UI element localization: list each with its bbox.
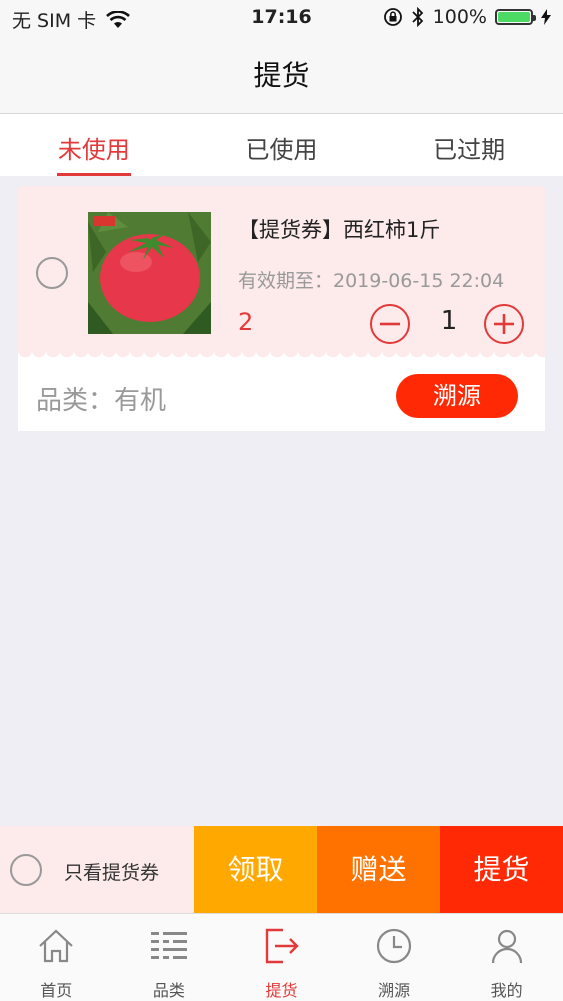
tabbar-label-category: 品类: [152, 981, 185, 1000]
clock-icon: [376, 928, 412, 964]
plus-icon: [494, 314, 514, 334]
coupon-select-radio[interactable]: [36, 257, 68, 289]
quantity-value: 1: [440, 306, 458, 336]
nav-bar: 提货: [0, 40, 563, 114]
tabbar-label-trace: 溯源: [378, 981, 411, 1000]
category-label: 品类：有机: [36, 386, 167, 416]
tabbar-label-pickup: 提货: [265, 981, 298, 1000]
category-icon: [150, 932, 187, 959]
tabbar-label-home: 首页: [40, 981, 73, 1000]
tabbar-item-pickup[interactable]: 提货: [225, 914, 338, 1001]
battery-percent: 100%: [432, 6, 487, 28]
bottom-tab-bar: 首页 品类 提货 溯源 我的: [0, 913, 563, 1001]
coupon-count: 2: [238, 308, 254, 336]
coupon-card: 【提货券】西红柿1斤 有效期至：2019-06-15 22:04 2 1 品类：…: [18, 186, 545, 431]
trace-button[interactable]: 溯源: [396, 374, 518, 418]
status-right: 100%: [383, 6, 551, 28]
tabbar-label-mine: 我的: [490, 981, 523, 1000]
tabbar-item-mine[interactable]: 我的: [450, 914, 563, 1001]
home-icon: [39, 929, 74, 963]
filter-tabs: 未使用 已使用 已过期: [0, 114, 563, 176]
decrease-button[interactable]: [370, 304, 410, 344]
increase-button[interactable]: [484, 304, 524, 344]
action-bar: 只看提货券 领取 赠送 提货: [0, 826, 563, 913]
tabbar-item-category[interactable]: 品类: [113, 914, 226, 1001]
tabbar-item-trace[interactable]: 溯源: [338, 914, 451, 1001]
minus-icon: [380, 322, 400, 326]
tab-unused[interactable]: 未使用: [0, 114, 188, 176]
only-coupon-radio[interactable]: [10, 854, 42, 886]
coupon-card-bottom: 品类：有机 溯源: [18, 362, 545, 431]
pickup-icon: [266, 928, 300, 964]
receive-button[interactable]: 领取: [194, 826, 317, 913]
pickup-button[interactable]: 提货: [440, 826, 563, 913]
product-name: 【提货券】西红柿1斤: [238, 218, 441, 242]
only-coupon-filter[interactable]: 只看提货券: [0, 826, 194, 913]
tab-expired[interactable]: 已过期: [375, 114, 563, 176]
user-icon: [491, 929, 522, 964]
coupon-card-top: 【提货券】西红柿1斤 有效期至：2019-06-15 22:04 2 1: [18, 186, 545, 356]
gift-button[interactable]: 赠送: [317, 826, 440, 913]
battery-icon: [495, 9, 536, 25]
only-coupon-label: 只看提货券: [64, 862, 160, 884]
rotation-lock-icon: [383, 8, 402, 26]
charging-icon: [541, 9, 551, 25]
status-bar: 无 SIM 卡 17:16 100%: [0, 0, 563, 40]
bluetooth-icon: [412, 7, 423, 27]
tab-used[interactable]: 已使用: [188, 114, 376, 176]
product-image: [88, 212, 211, 334]
expiry-date: 有效期至：2019-06-15 22:04: [238, 270, 505, 292]
page-title: 提货: [253, 59, 310, 92]
tabbar-item-home[interactable]: 首页: [0, 914, 113, 1001]
